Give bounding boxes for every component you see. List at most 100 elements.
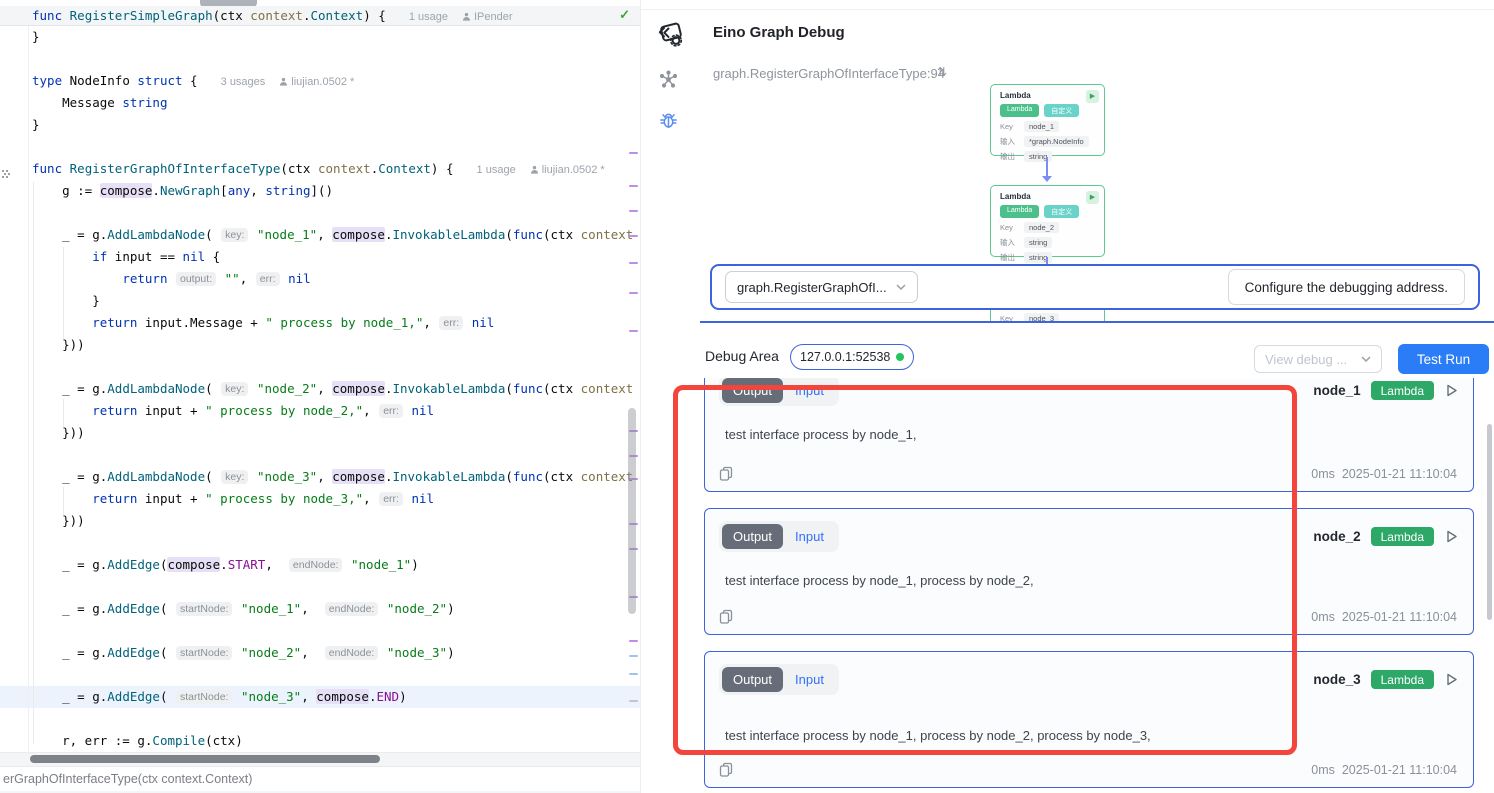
code-line[interactable]: if input == nil { [0,246,640,268]
code-line[interactable]: return output: "", err: nil [0,268,640,290]
play-icon[interactable] [1444,383,1459,398]
vertical-scrollbar-thumb[interactable] [628,408,636,614]
code-line[interactable]: })) [0,422,640,444]
code-token [167,271,175,286]
graph-node-1[interactable]: Lambda ▶ Lambda 自定义 Keynode_1 输入*graph.N… [990,84,1105,156]
code-line[interactable] [0,444,640,466]
code-line[interactable] [0,620,640,642]
sort-icon[interactable]: ⇅ [937,65,947,79]
graph-selector-box: graph.RegisterGraphOfI... Configure the … [710,264,1480,310]
code-line[interactable] [0,136,640,158]
code-line[interactable]: })) [0,510,640,532]
code-token: ) [447,601,455,616]
debug-list-scrollbar[interactable] [1487,424,1492,620]
code-line[interactable]: Message string [0,92,640,114]
code-line[interactable] [0,664,640,686]
code-token: , [317,381,332,396]
code-line[interactable]: type NodeInfo struct { 3 usagesliujian.0… [0,70,640,92]
code-token: _ = g. [32,227,107,242]
node-play-button[interactable]: ▶ [1086,90,1099,103]
graph-node-2[interactable]: Lambda ▶ Lambda 自定义 Keynode_2 输入string 输… [990,185,1105,257]
code-token: , [423,315,438,330]
node-play-button[interactable]: ▶ [1086,191,1099,204]
code-token: return [122,271,167,286]
code-token: compose [332,381,385,396]
code-line[interactable]: } [0,290,640,312]
node-type-badge: Lambda [1000,205,1039,218]
code-line[interactable]: _ = g.AddEdge( startNode: "node_1", endN… [0,598,640,620]
code-line[interactable]: _ = g.AddLambdaNode( key: "node_2", comp… [0,378,640,400]
code-line[interactable]: })) [0,334,640,356]
horizontal-scrollbar-thumb[interactable] [30,755,380,763]
code-line[interactable] [0,356,640,378]
code-line[interactable]: _ = g.AddEdge( startNode: "node_3", comp… [0,686,640,708]
code-line[interactable]: } [0,114,640,136]
code-token [249,227,257,242]
code-token: nil [412,403,435,418]
code-token: _ = g. [32,557,107,572]
graph-select-dropdown[interactable]: graph.RegisterGraphOfI... [725,271,918,303]
gutter-icon[interactable] [2,164,12,180]
code-line[interactable] [0,708,640,730]
code-line[interactable]: _ = g.AddLambdaNode( key: "node_3", comp… [0,466,640,488]
code-token: } [32,293,100,308]
breadcrumb[interactable]: erGraphOfInterfaceType(ctx context.Conte… [3,772,252,786]
code-line[interactable]: } [0,26,640,48]
code-token [404,491,412,506]
code-line[interactable]: return input + " process by node_3,", er… [0,488,640,510]
param-hint: startNode: [176,690,232,704]
graph-location-label[interactable]: graph.RegisterGraphOfInterfaceType:94 [713,66,945,81]
play-icon[interactable] [1444,529,1459,544]
code-line[interactable]: return input + " process by node_2,", er… [0,400,640,422]
code-token: input.Message + [137,315,265,330]
code-token: } [32,29,40,44]
configure-address-button[interactable]: Configure the debugging address. [1228,269,1465,305]
panel-top-line [641,9,1494,10]
breadcrumb-bar: erGraphOfInterfaceType(ctx context.Conte… [0,766,640,792]
code-line[interactable] [0,576,640,598]
code-line[interactable]: return input.Message + " process by node… [0,312,640,334]
code-line[interactable]: func RegisterGraphOfInterfaceType(ctx co… [0,158,640,180]
row-label: Key [1000,122,1018,131]
code-token: r, err := g. [32,733,152,748]
code-token: AddLambdaNode [107,227,205,242]
code-token: AddEdge [107,689,160,704]
annotation-rectangle [673,385,1297,755]
code-token: ]() [311,183,334,198]
sticky-function-line[interactable]: func RegisterSimpleGraph(ctx context.Con… [0,6,640,26]
code-lines[interactable]: } type NodeInfo struct { 3 usagesliujian.… [0,26,640,752]
code-token: "node_2" [257,381,317,396]
code-line[interactable]: r, err := g.Compile(ctx) [0,730,640,752]
code-token: func [32,161,62,176]
code-token: RegisterGraphOfInterfaceType [70,161,281,176]
node-type-badge: Lambda [1000,104,1039,117]
graph-view-icon[interactable] [658,70,678,90]
code-token: ( [505,381,513,396]
code-line[interactable] [0,532,640,554]
code-line[interactable]: g := compose.NewGraph[any, string]() [0,180,640,202]
play-icon[interactable] [1444,672,1459,687]
code-token: return [92,403,137,418]
change-marker [629,330,638,332]
code-token: ) [399,689,407,704]
card-node-name: node_1 [1313,383,1360,398]
code-token: START [228,557,266,572]
debug-address-badge[interactable]: 127.0.0.1:52538 [790,344,914,370]
test-run-button[interactable]: Test Run [1398,344,1489,374]
debug-address: 127.0.0.1:52538 [800,350,890,364]
param-hint: err: [379,492,403,506]
code-line[interactable]: _ = g.AddLambdaNode( key: "node_1", comp… [0,224,640,246]
graph-edge-arrowhead [1042,176,1052,182]
code-line[interactable] [0,202,640,224]
view-debug-dropdown[interactable]: View debug ... [1254,345,1382,373]
code-line[interactable]: _ = g.AddEdge(compose.START, endNode: "n… [0,554,640,576]
copy-icon[interactable] [719,762,734,777]
row-label: 输出 [1000,252,1018,263]
code-token: NodeInfo [62,73,137,88]
code-token: , [301,645,324,660]
code-token: , [265,557,288,572]
code-line[interactable] [0,48,640,70]
debug-bug-icon[interactable] [658,111,678,131]
code-editor[interactable]: func RegisterSimpleGraph(ctx context.Con… [0,0,640,793]
code-line[interactable]: _ = g.AddEdge( startNode: "node_2", endN… [0,642,640,664]
